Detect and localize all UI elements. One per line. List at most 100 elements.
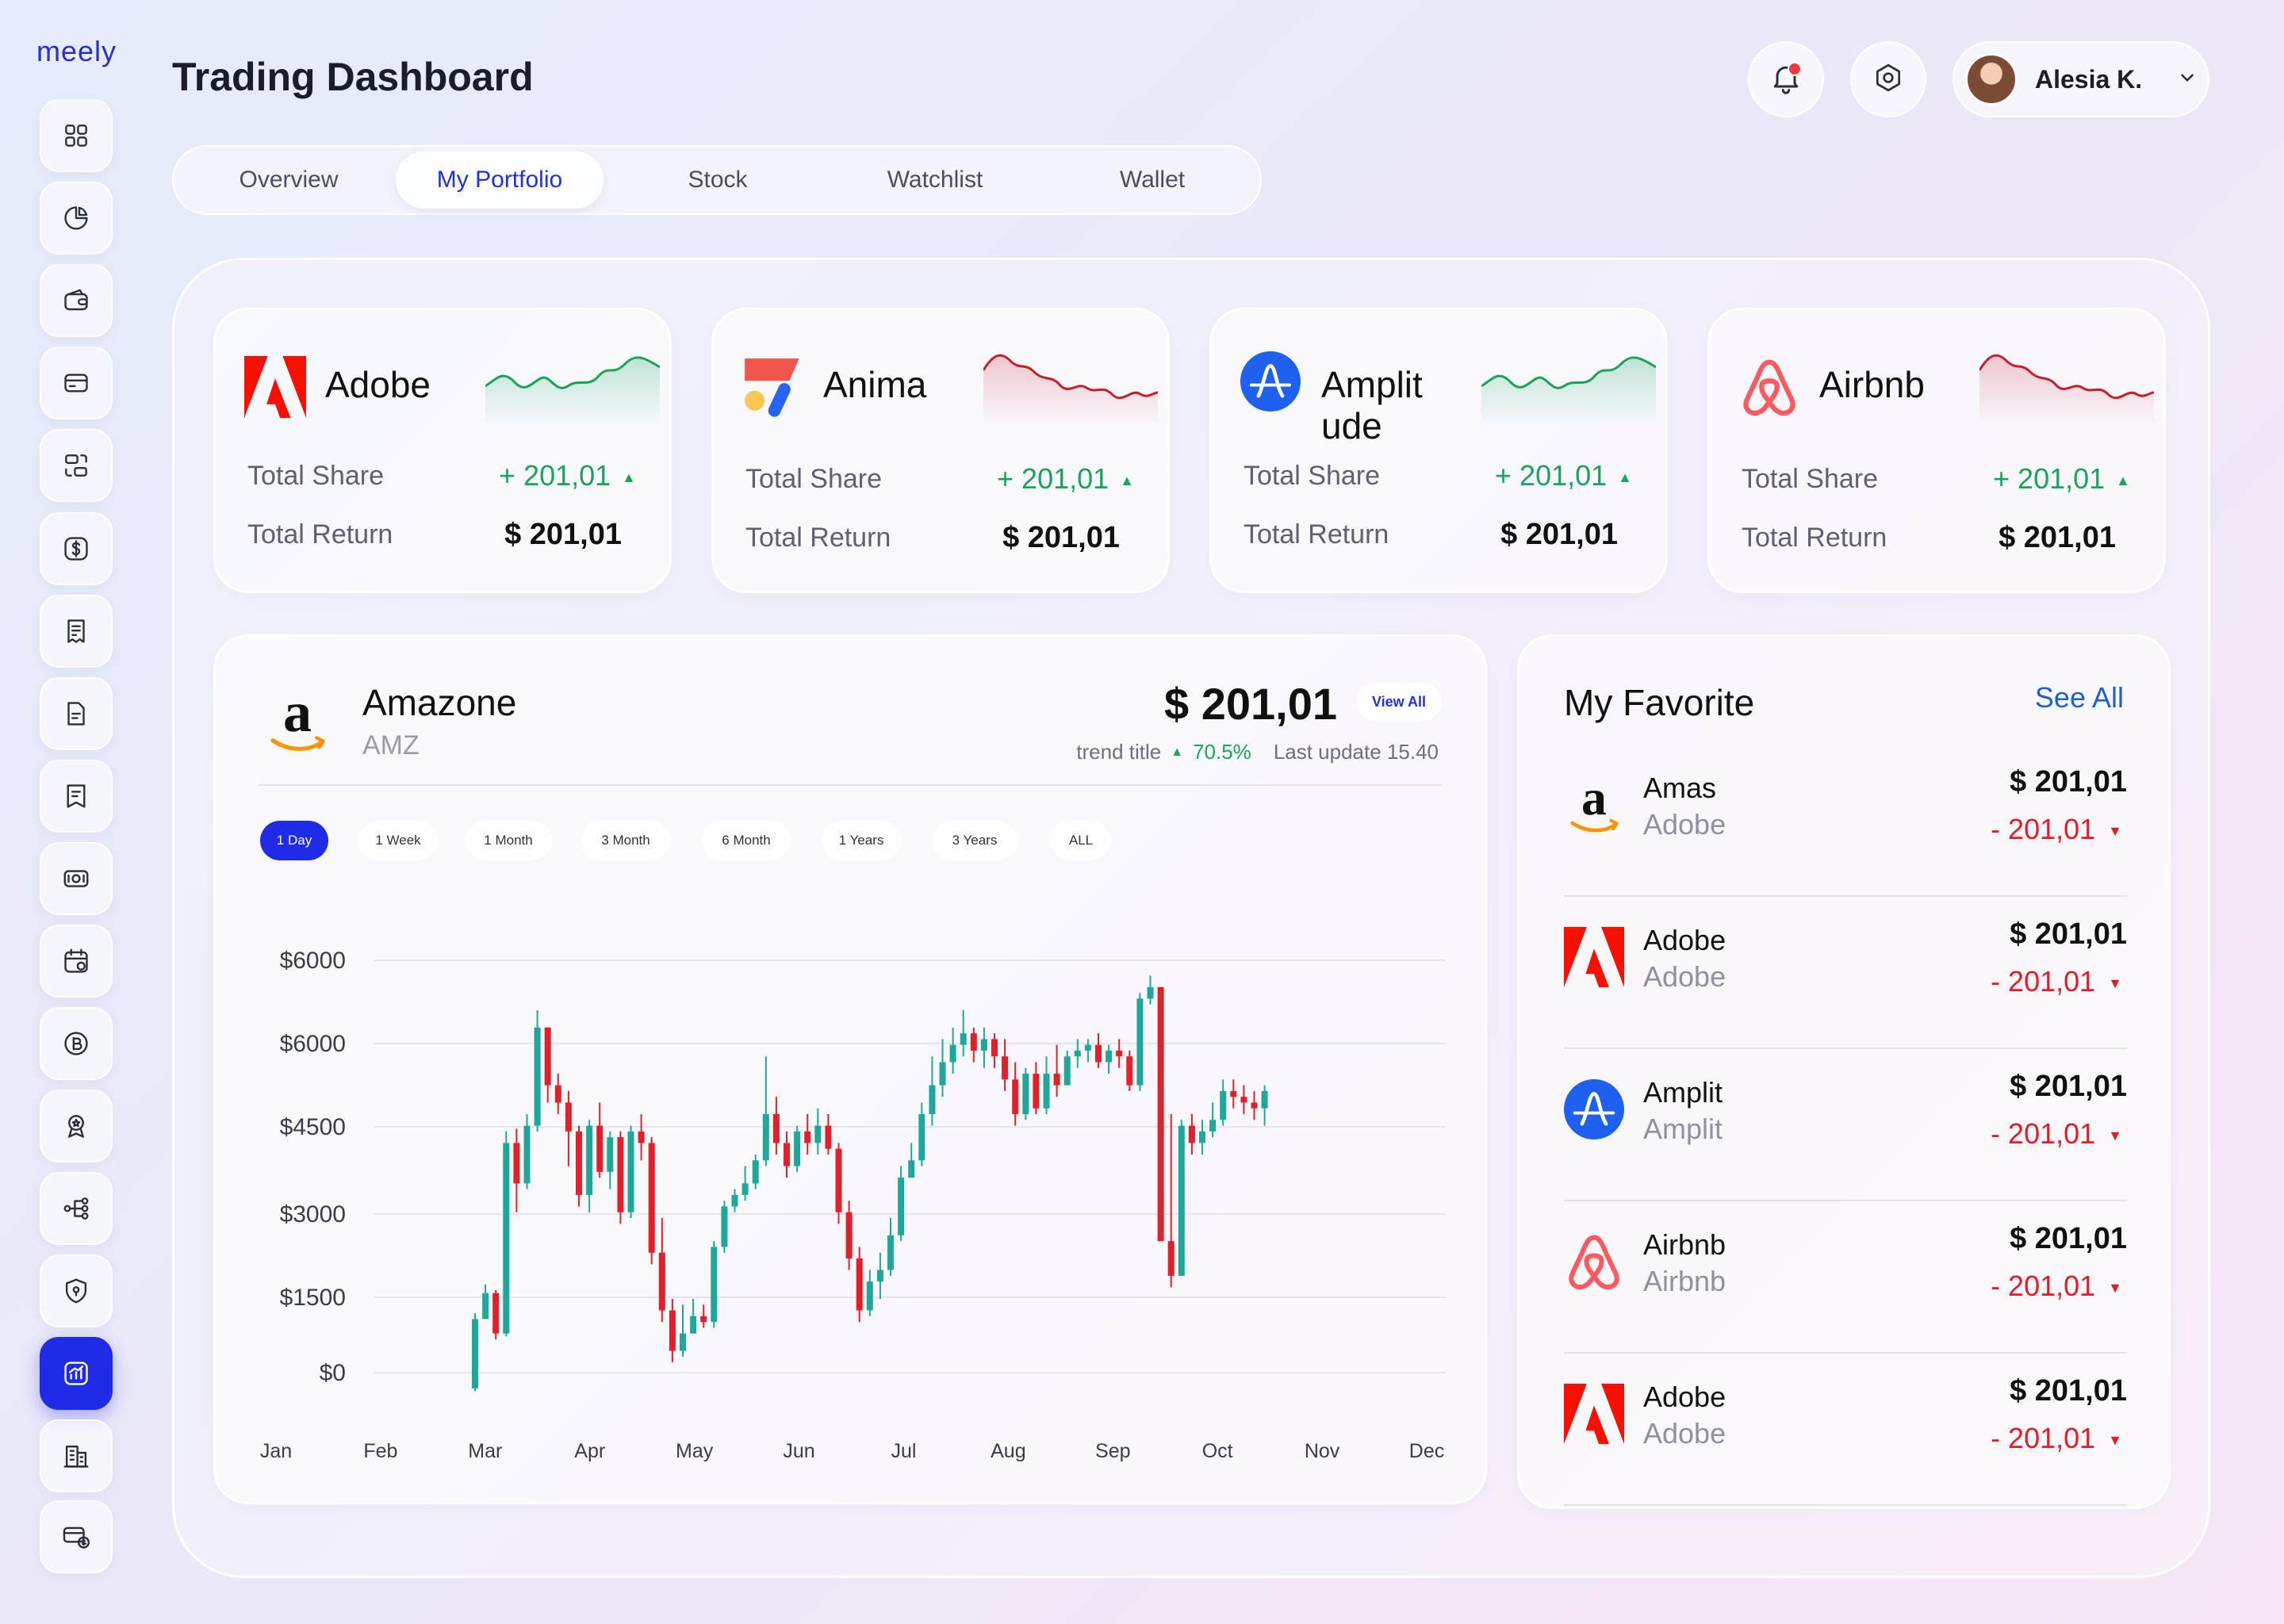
sidebar-item-card[interactable] (40, 347, 113, 419)
chart-symbol: AMZ (362, 730, 420, 760)
wallet-icon (61, 285, 91, 316)
sidebar-item-invoice[interactable] (40, 760, 113, 833)
sidebar-item-dollar[interactable] (40, 512, 113, 585)
range-1-years-button[interactable]: 1 Years (822, 821, 901, 860)
brand-logo[interactable]: meely (36, 35, 117, 68)
candle-body (627, 1131, 634, 1212)
tab-stock[interactable]: Stock (614, 151, 822, 209)
sidebar-item-document[interactable] (40, 677, 113, 750)
total-share-label: Total Share (1244, 461, 1380, 491)
sidebar-item-receipt[interactable] (40, 595, 113, 668)
range-6-month-button[interactable]: 6 Month (701, 821, 791, 860)
favorite-item[interactable]: Adobe Adobe $ 201,01 - 201,01 ▼ (1564, 1354, 2127, 1506)
tab-overview[interactable]: Overview (185, 151, 393, 209)
candle-body (742, 1183, 749, 1195)
document-icon (61, 699, 91, 729)
sidebar-item-bitcoin[interactable] (40, 1007, 113, 1080)
candle-body (1116, 1050, 1123, 1057)
sidebar-item-transactions[interactable] (40, 429, 113, 502)
range-all-button[interactable]: ALL (1051, 821, 1111, 860)
analytics-icon (61, 1358, 91, 1388)
candle-body (1167, 1241, 1175, 1276)
candle-body (1095, 1044, 1102, 1063)
candle (887, 1218, 894, 1276)
candle-body (1084, 1044, 1091, 1051)
favorite-item[interactable]: Airbnb Airbnb $ 201,01 - 201,01 ▼ (1564, 1201, 2127, 1354)
candle (929, 1056, 936, 1126)
candle (1147, 975, 1154, 1005)
candle (586, 1120, 593, 1212)
sidebar-item-chart-pie[interactable] (40, 182, 113, 255)
candle-body (523, 1125, 531, 1184)
candle-body (825, 1125, 832, 1149)
favorites-card: My Favorite See All Amas Adobe $ 201,01 - 2… (1517, 634, 2171, 1509)
candlestick-chart[interactable]: $6000 $6000 $4500 $3000 $1500 $0 Jan Feb Mar Apr M… (216, 637, 1489, 1507)
tab-wallet[interactable]: Wallet (1048, 151, 1256, 209)
range-1-month-button[interactable]: 1 Month (465, 821, 552, 860)
candle-body (586, 1125, 593, 1195)
candle-body (482, 1293, 489, 1320)
candle-body (835, 1148, 842, 1212)
sidebar-item-calendar[interactable] (40, 925, 113, 998)
sidebar-item-banknote[interactable] (40, 842, 113, 915)
candle-body (762, 1114, 769, 1161)
candle (523, 1114, 531, 1189)
stock-chart-card: $6000 $6000 $4500 $3000 $1500 $0 Jan Feb Mar Apr M… (213, 634, 1487, 1504)
stock-card-adobe[interactable]: Adobe Total Share + 201,01 ▲ Total Return… (213, 308, 672, 593)
candle (492, 1290, 500, 1339)
favorite-name: Adobe (1643, 924, 1726, 956)
candle-body (513, 1143, 520, 1184)
total-share-value: + 201,01 ▲ (1495, 459, 1632, 492)
candle (1220, 1079, 1227, 1126)
dashboard-icon (61, 121, 91, 151)
y-tick-label: $1500 (280, 1285, 346, 1311)
user-menu[interactable]: Alesia K. (1953, 41, 2209, 117)
range-3-years-button[interactable]: 3 Years (932, 821, 1017, 860)
candle-body (680, 1333, 686, 1351)
avatar (1965, 53, 2018, 105)
sidebar-item-building[interactable] (40, 1419, 113, 1492)
favorite-item[interactable]: Amas Adobe $ 201,01 - 201,01 ▼ (1564, 745, 2127, 897)
sidebar-item-wallet[interactable] (40, 264, 113, 337)
stock-card-airbnb[interactable]: Airbnb Total Share + 201,01 ▲ Total Retur… (1707, 308, 2166, 593)
favorite-change: - 201,01 ▼ (1991, 965, 2122, 998)
candle (1053, 1044, 1060, 1097)
candle-body (700, 1316, 707, 1323)
sidebar-item-security[interactable] (40, 1254, 113, 1327)
candle (617, 1131, 624, 1224)
sidebar-item-award[interactable] (40, 1090, 113, 1162)
triangle-down-icon: ▼ (2108, 1431, 2122, 1448)
favorite-item[interactable]: Amplit Amplit $ 201,01 - 201,01 ▼ (1564, 1049, 2127, 1201)
building-icon (61, 1441, 91, 1471)
see-all-link[interactable]: See All (2035, 681, 2124, 714)
flow-icon (61, 1193, 91, 1224)
adobe-logo-icon (1564, 1384, 1624, 1444)
sidebar-item-dashboard[interactable] (40, 99, 113, 172)
security-icon (61, 1276, 91, 1306)
tab-my-portfolio[interactable]: My Portfolio (396, 151, 604, 209)
y-tick-label: $6000 (280, 1031, 346, 1057)
favorite-subtitle: Amplit (1643, 1113, 1723, 1145)
total-share-value: + 201,01 ▲ (499, 459, 636, 492)
view-all-button[interactable]: View All (1356, 683, 1442, 721)
range-1-day-button[interactable]: 1 Day (260, 821, 328, 860)
total-share-label: Total Share (247, 461, 384, 491)
sidebar-item-analytics[interactable] (40, 1337, 113, 1410)
candle-body (1063, 1056, 1071, 1086)
favorite-price: $ 201,01 (2010, 1222, 2127, 1255)
tab-watchlist[interactable]: Watchlist (831, 151, 1039, 209)
x-tick-label: Jul (891, 1440, 916, 1462)
notifications-button[interactable] (1748, 41, 1824, 117)
sidebar-item-flow[interactable] (40, 1172, 113, 1245)
favorite-item[interactable]: Adobe Adobe $ 201,01 - 201,01 ▼ (1564, 897, 2127, 1049)
stock-name: Amplit ude (1321, 364, 1423, 446)
stock-card-amplitude[interactable]: Amplit ude Total Share + 201,01 ▲ Total R… (1209, 308, 1668, 593)
range-3-month-button[interactable]: 3 Month (581, 821, 671, 860)
stock-name: Adobe (325, 364, 431, 405)
settings-button[interactable] (1850, 41, 1926, 117)
candle-body (1188, 1125, 1195, 1143)
sidebar-item-payment[interactable] (40, 1500, 113, 1573)
range-1-week-button[interactable]: 1 Week (358, 821, 438, 860)
triangle-down-icon: ▼ (2108, 822, 2122, 839)
stock-card-anima[interactable]: Anima Total Share + 201,01 ▲ Total Return… (711, 308, 1170, 593)
